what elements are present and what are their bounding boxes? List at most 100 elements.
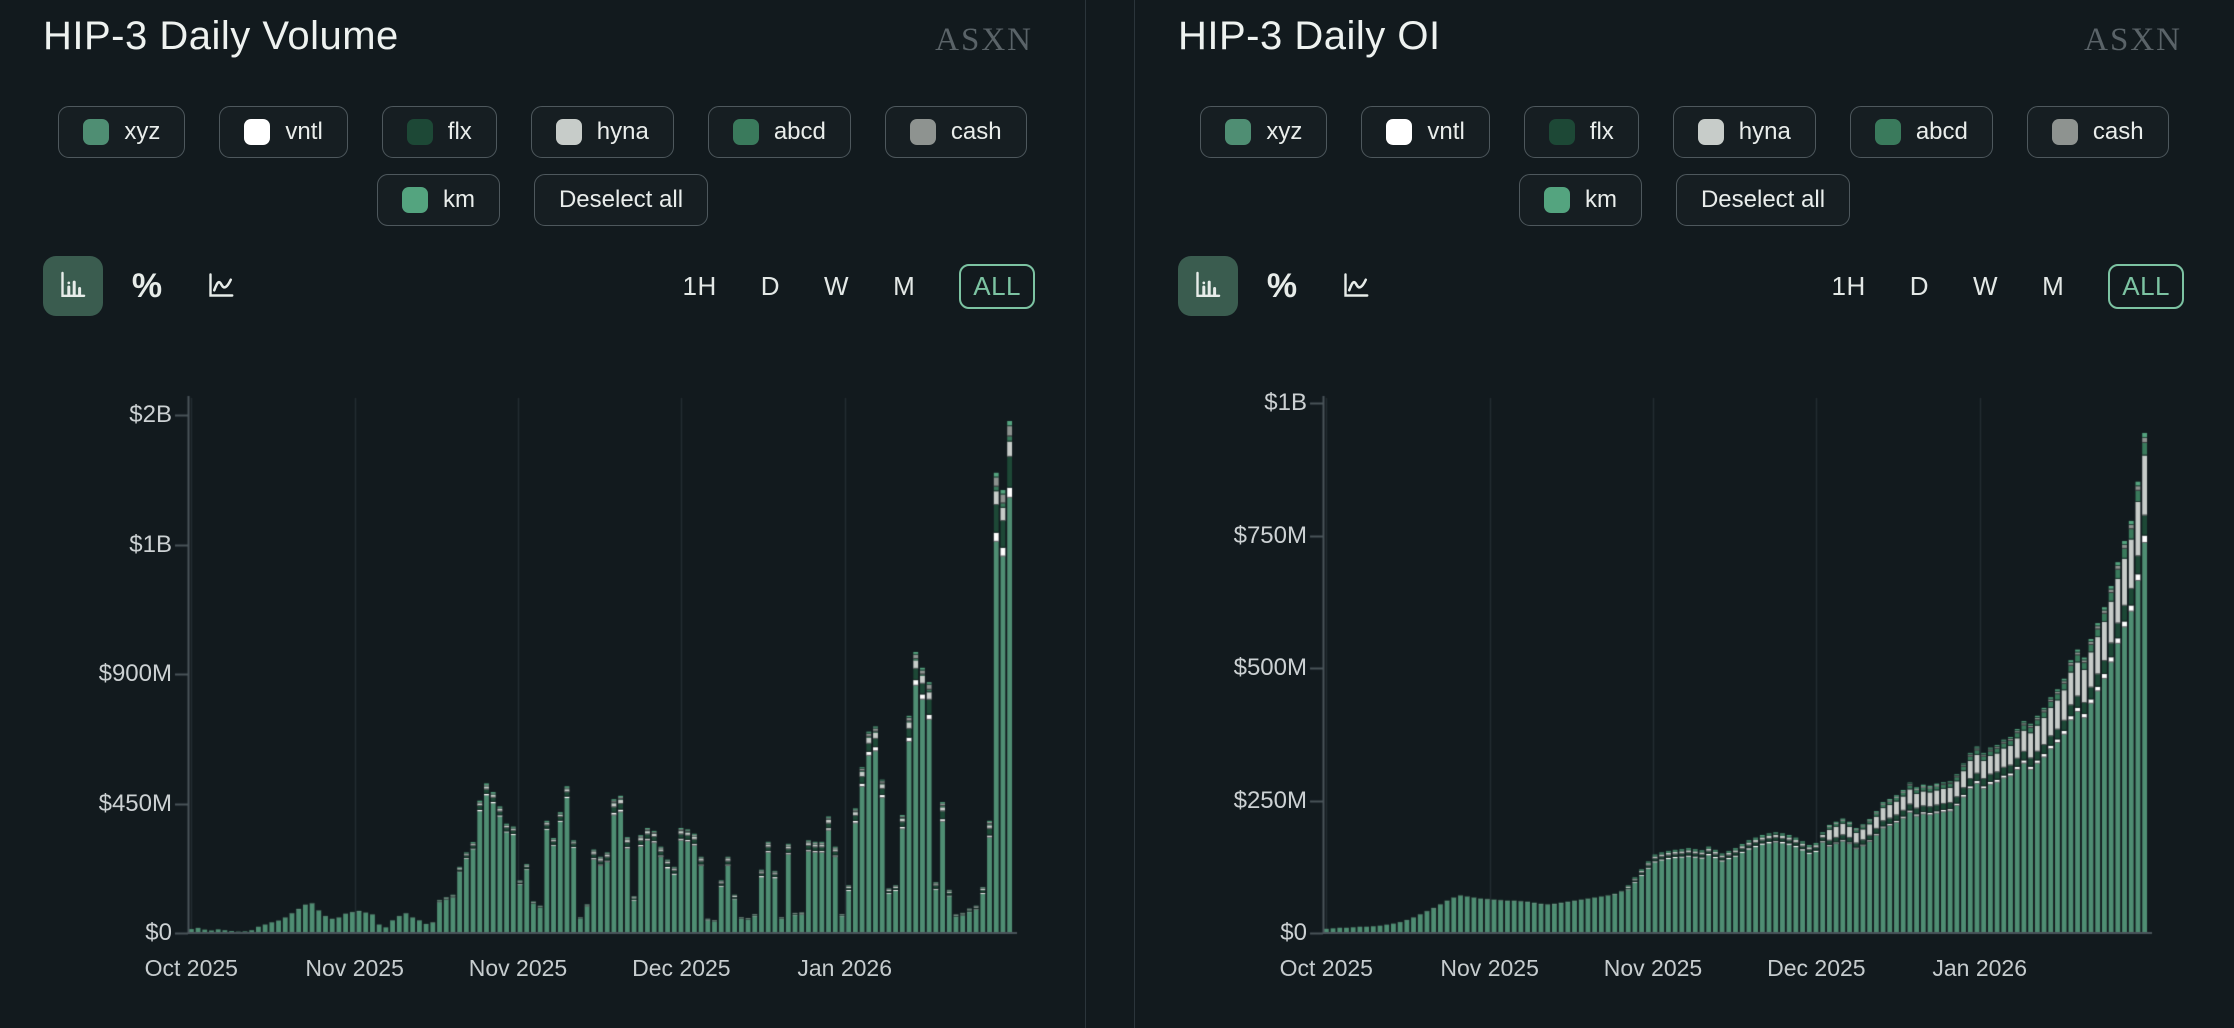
time-range-group: 1H D W M ALL — [1831, 264, 2184, 309]
percent-view-button[interactable]: % — [117, 256, 177, 316]
range-m-button[interactable]: M — [2042, 271, 2064, 302]
range-w-button[interactable]: W — [1973, 271, 1998, 302]
x-axis-label: Nov 2025 — [270, 955, 440, 982]
legend-label: hyna — [597, 118, 649, 146]
y-axis-label: $2B — [22, 401, 172, 429]
legend-toggle-hyna[interactable]: hyna — [1673, 106, 1816, 158]
legend-row: km Deselect all — [377, 174, 708, 226]
legend-row: xyz vntl flx hyna abcd cash — [58, 106, 1026, 158]
legend-label: abcd — [774, 118, 826, 146]
chart-toolbar: % 1H D W M ALL — [43, 256, 1035, 316]
percent-icon: % — [132, 267, 162, 306]
range-1h-button[interactable]: 1H — [682, 271, 716, 302]
legend-row: xyz vntl flx hyna abcd cash — [1200, 106, 2168, 158]
legend: xyz vntl flx hyna abcd cash km Deselect all — [0, 106, 1085, 226]
y-axis-label: $1B — [1157, 389, 1307, 417]
legend-label: xyz — [1266, 118, 1302, 146]
deselect-all-button[interactable]: Deselect all — [534, 174, 708, 226]
chart-toolbar: % 1H D W M ALL — [1178, 256, 2184, 316]
bar-chart-icon — [1190, 267, 1226, 306]
y-axis-label: $450M — [22, 790, 172, 818]
bar-chart-icon — [55, 267, 91, 306]
legend-label: km — [1585, 186, 1617, 214]
legend-label: abcd — [1916, 118, 1968, 146]
page-title: HIP-3 Daily OI — [1178, 14, 1441, 59]
legend-toggle-xyz[interactable]: xyz — [58, 106, 185, 158]
line-chart-view-button[interactable] — [191, 256, 251, 316]
range-d-button[interactable]: D — [761, 271, 780, 302]
legend-label: flx — [448, 118, 472, 146]
x-axis-label: Oct 2025 — [1241, 955, 1411, 982]
legend-toggle-cash[interactable]: cash — [885, 106, 1027, 158]
range-all-button[interactable]: ALL — [959, 264, 1035, 309]
legend-label: cash — [951, 118, 1002, 146]
hyna-color-swatch — [556, 119, 582, 145]
range-all-button[interactable]: ALL — [2108, 264, 2184, 309]
legend-toggle-vntl[interactable]: vntl — [219, 106, 347, 158]
deselect-all-button[interactable]: Deselect all — [1676, 174, 1850, 226]
daily-oi-panel: $0$250M$500M$750M$1BOct 2025Nov 2025Nov … — [1135, 0, 2234, 1028]
cash-color-swatch — [910, 119, 936, 145]
y-axis-label: $750M — [1157, 522, 1307, 550]
legend-label: hyna — [1739, 118, 1791, 146]
view-mode-group: % — [43, 256, 251, 316]
x-axis-label: Dec 2025 — [1731, 955, 1901, 982]
panel-divider-left — [1085, 0, 1086, 1028]
percent-icon: % — [1267, 267, 1297, 306]
line-chart-icon — [1338, 267, 1374, 306]
flx-color-swatch — [1549, 119, 1575, 145]
vntl-color-swatch — [244, 119, 270, 145]
range-d-button[interactable]: D — [1910, 271, 1929, 302]
hyna-color-swatch — [1698, 119, 1724, 145]
km-color-swatch — [1544, 187, 1570, 213]
percent-view-button[interactable]: % — [1252, 256, 1312, 316]
legend-label: flx — [1590, 118, 1614, 146]
legend: xyz vntl flx hyna abcd cash km Deselect all — [1135, 106, 2234, 226]
vntl-color-swatch — [1386, 119, 1412, 145]
line-chart-icon — [203, 267, 239, 306]
x-axis-label: Nov 2025 — [1568, 955, 1738, 982]
y-axis-label: $0 — [1157, 919, 1307, 947]
abcd-color-swatch — [1875, 119, 1901, 145]
legend-toggle-abcd[interactable]: abcd — [1850, 106, 1993, 158]
legend-toggle-xyz[interactable]: xyz — [1200, 106, 1327, 158]
cash-color-swatch — [2052, 119, 2078, 145]
y-axis-label: $0 — [22, 919, 172, 947]
page: $0$450M$900M$1B$2BOct 2025Nov 2025Nov 20… — [0, 0, 2234, 1028]
x-axis-label: Nov 2025 — [433, 955, 603, 982]
bar-chart-view-button[interactable] — [43, 256, 103, 316]
legend-toggle-km[interactable]: km — [377, 174, 500, 226]
legend-toggle-cash[interactable]: cash — [2027, 106, 2169, 158]
legend-toggle-abcd[interactable]: abcd — [708, 106, 851, 158]
x-axis-label: Jan 2026 — [1895, 955, 2065, 982]
daily-volume-panel: $0$450M$900M$1B$2BOct 2025Nov 2025Nov 20… — [0, 0, 1085, 1028]
asxn-logo: ASXN — [2084, 22, 2182, 59]
y-axis-label: $500M — [1157, 654, 1307, 682]
xyz-color-swatch — [83, 119, 109, 145]
legend-toggle-vntl[interactable]: vntl — [1361, 106, 1489, 158]
x-axis-label: Oct 2025 — [106, 955, 276, 982]
y-axis-label: $1B — [22, 531, 172, 559]
range-w-button[interactable]: W — [824, 271, 849, 302]
legend-toggle-flx[interactable]: flx — [382, 106, 497, 158]
legend-toggle-hyna[interactable]: hyna — [531, 106, 674, 158]
bar-chart-view-button[interactable] — [1178, 256, 1238, 316]
xyz-color-swatch — [1225, 119, 1251, 145]
asxn-logo: ASXN — [935, 22, 1033, 59]
legend-toggle-km[interactable]: km — [1519, 174, 1642, 226]
view-mode-group: % — [1178, 256, 1386, 316]
range-m-button[interactable]: M — [893, 271, 915, 302]
legend-toggle-flx[interactable]: flx — [1524, 106, 1639, 158]
legend-label: xyz — [124, 118, 160, 146]
flx-color-swatch — [407, 119, 433, 145]
line-chart-view-button[interactable] — [1326, 256, 1386, 316]
time-range-group: 1H D W M ALL — [682, 264, 1035, 309]
legend-label: km — [443, 186, 475, 214]
x-axis-label: Dec 2025 — [596, 955, 766, 982]
y-axis-label: $250M — [1157, 787, 1307, 815]
abcd-color-swatch — [733, 119, 759, 145]
range-1h-button[interactable]: 1H — [1831, 271, 1865, 302]
legend-label: cash — [2093, 118, 2144, 146]
legend-row: km Deselect all — [1519, 174, 1850, 226]
x-axis-label: Nov 2025 — [1405, 955, 1575, 982]
